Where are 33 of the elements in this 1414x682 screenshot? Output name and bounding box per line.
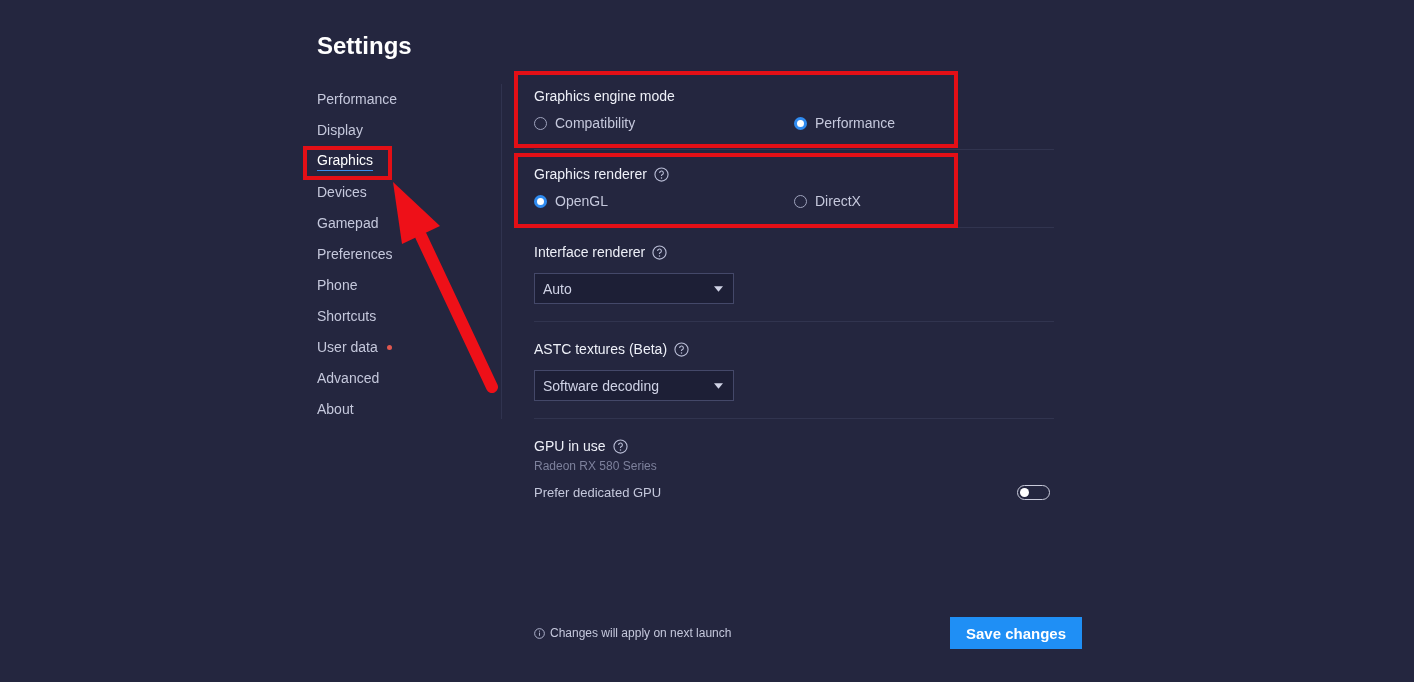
sidebar-item[interactable]: Gamepad [317,214,379,233]
page-title: Settings [317,32,413,60]
sidebar-item[interactable]: Graphics [317,152,374,171]
help-icon[interactable] [674,341,690,357]
help-icon[interactable] [612,438,628,454]
sidebar-item[interactable]: About [317,400,354,419]
sidebar-item[interactable]: Display [317,121,363,140]
radio-option[interactable]: DirectX [794,193,1054,209]
sidebar-item[interactable]: Shortcuts [317,307,377,326]
section-title: Interface renderer [534,244,646,260]
footer-note: Changes will apply on next launch [550,626,733,640]
dropdown[interactable]: Software decoding [534,370,734,401]
radio-option[interactable]: Compatibility [534,115,794,131]
help-icon[interactable] [652,244,668,260]
sidebar-item[interactable]: User data [317,338,378,357]
info-icon [534,627,545,639]
caret-icon [714,382,723,389]
toggle-label: Prefer dedicated GPU [534,485,662,500]
radio-option[interactable]: OpenGL [534,193,794,209]
section-title: ASTC textures (Beta) [534,341,668,357]
sidebar-item[interactable]: Devices [317,183,367,202]
caret-icon [714,285,723,292]
section-title: GPU in use [534,438,606,454]
sidebar-item[interactable]: Advanced [317,369,380,388]
sidebar-item[interactable]: Preferences [317,245,393,264]
section-title: Graphics renderer [534,166,647,182]
help-icon[interactable] [653,166,669,182]
section-title: Graphics engine mode [534,88,675,104]
sidebar-item[interactable]: Phone [317,276,358,295]
radio-option[interactable]: Performance [794,115,1054,131]
dropdown[interactable]: Auto [534,273,734,304]
sidebar-item[interactable]: Performance [317,90,398,109]
gpu-name: Radeon RX 580 Series [534,459,658,473]
